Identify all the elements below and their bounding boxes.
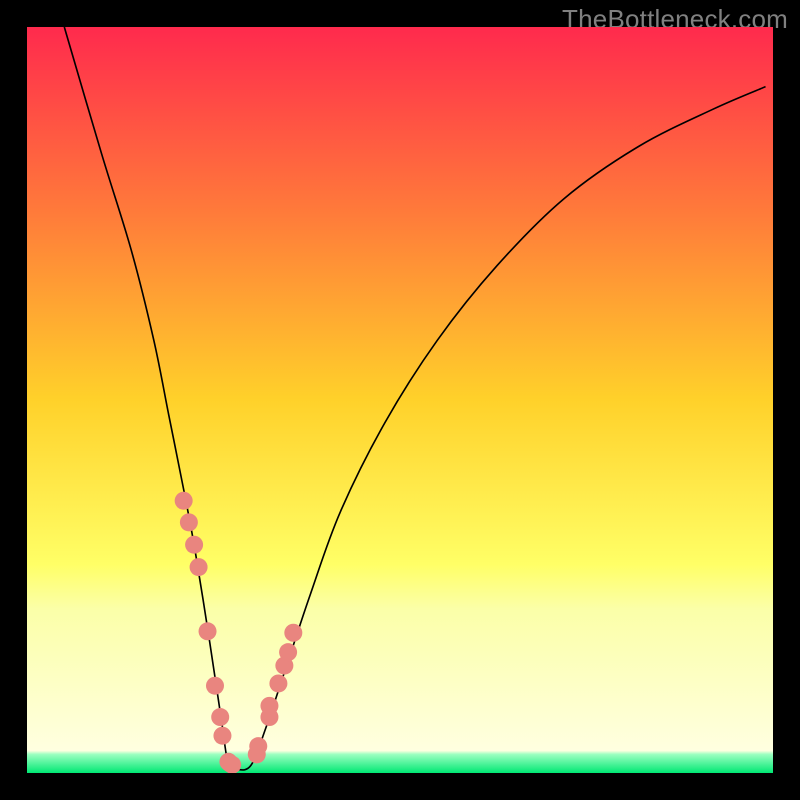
marker-dot [249, 737, 267, 755]
bottleneck-chart [27, 27, 773, 773]
marker-dot [190, 558, 208, 576]
marker-dot [180, 513, 198, 531]
marker-dot [211, 708, 229, 726]
gradient-background [27, 27, 773, 773]
marker-dot [199, 622, 217, 640]
marker-dot [175, 492, 193, 510]
marker-dot [185, 536, 203, 554]
marker-dot [269, 674, 287, 692]
marker-dot [260, 697, 278, 715]
outer-frame: TheBottleneck.com [0, 0, 800, 800]
marker-dot [213, 727, 231, 745]
marker-dot [206, 677, 224, 695]
marker-dot [279, 643, 297, 661]
marker-dot [223, 756, 241, 773]
marker-dot [284, 624, 302, 642]
